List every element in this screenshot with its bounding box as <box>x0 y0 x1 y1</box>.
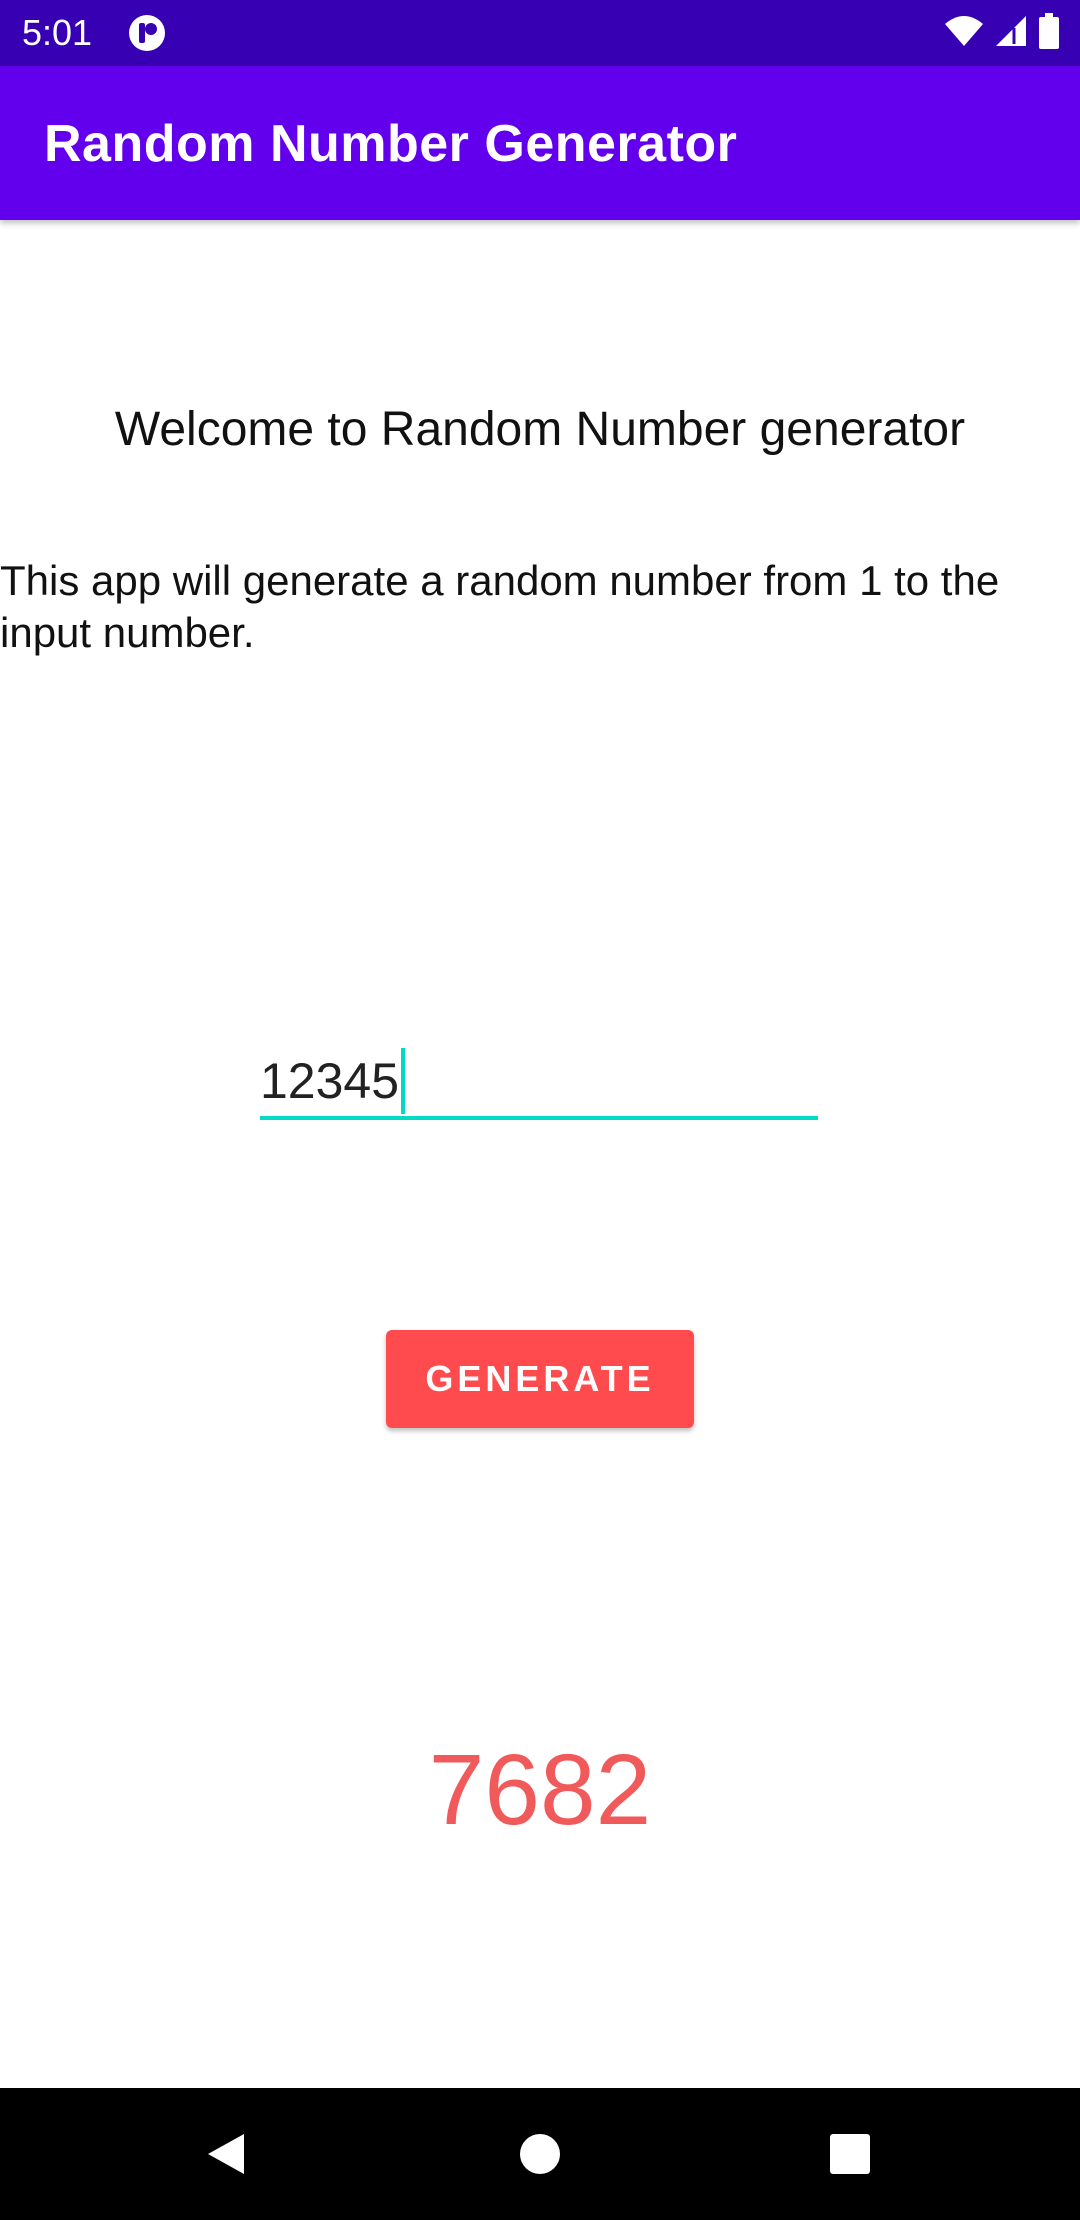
back-button[interactable] <box>166 2088 286 2220</box>
app-title: Random Number Generator <box>44 115 738 173</box>
home-button[interactable] <box>480 2088 600 2220</box>
navigation-bar <box>0 2088 1080 2220</box>
number-input[interactable]: 12345 <box>260 1040 818 1120</box>
generate-button-label: GENERATE <box>425 1358 655 1399</box>
status-time: 5:01 <box>22 12 93 53</box>
recents-button[interactable] <box>790 2088 910 2220</box>
welcome-text: Welcome to Random Number generator <box>114 403 966 456</box>
description-text: This app will generate a random number f… <box>0 557 1000 656</box>
back-icon <box>208 2134 244 2174</box>
status-bar: 5:01 <box>0 0 1080 66</box>
generate-button[interactable]: GENERATE <box>386 1330 694 1428</box>
text-caret <box>401 1048 406 1114</box>
result-number: 7682 <box>428 1734 652 1846</box>
home-icon <box>520 2134 560 2174</box>
recents-icon <box>830 2134 870 2174</box>
app-bar: Random Number Generator <box>0 66 1080 220</box>
number-input-value: 12345 <box>260 1053 400 1109</box>
battery-icon <box>1038 12 1060 54</box>
signal-icon <box>994 14 1028 53</box>
wifi-icon <box>944 14 984 53</box>
status-icons <box>944 12 1060 54</box>
notification-app-icon <box>128 14 166 52</box>
